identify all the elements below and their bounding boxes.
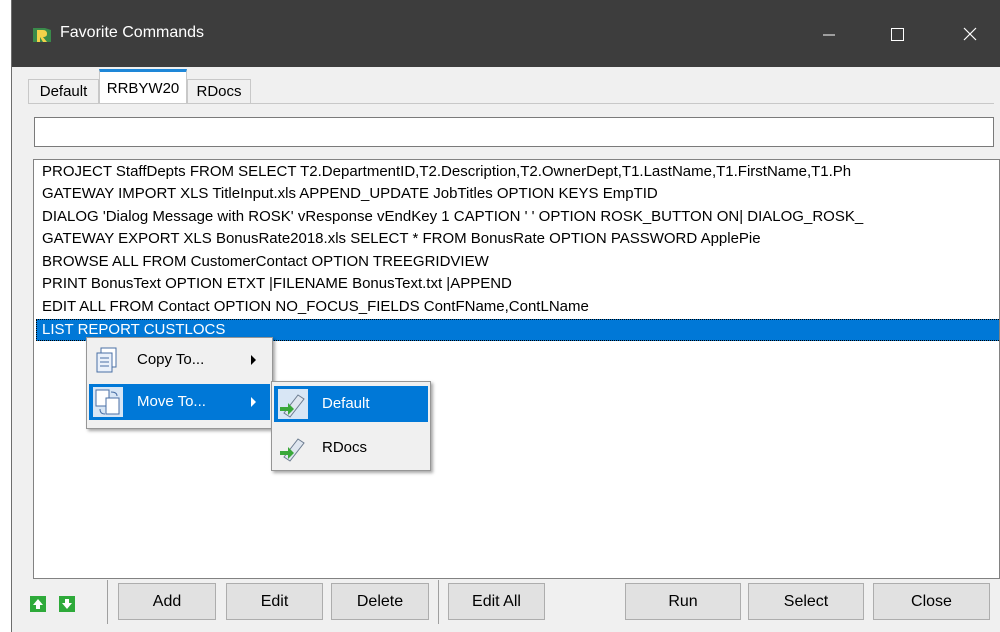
menu-item-copy-to[interactable]: Copy To...	[89, 342, 270, 378]
command-input[interactable]	[34, 117, 994, 147]
submenu-item-label: Default	[322, 395, 370, 412]
list-item[interactable]: BROWSE ALL FROM CustomerContact OPTION T…	[42, 251, 489, 273]
title-bar[interactable]: Favorite Commands	[12, 0, 1000, 67]
list-item[interactable]: DIALOG 'Dialog Message with ROSK' vRespo…	[42, 206, 863, 228]
favorite-commands-window: Favorite Commands Default RRBYW20 RDocs …	[11, 0, 1000, 632]
edit-button[interactable]: Edit	[226, 583, 323, 620]
maximize-button[interactable]	[874, 0, 920, 67]
delete-button[interactable]: Delete	[331, 583, 429, 620]
tab-default[interactable]: Default	[28, 79, 99, 103]
minimize-button[interactable]	[806, 0, 852, 67]
window-title: Favorite Commands	[60, 24, 205, 41]
move-to-submenu: Default RDocs	[271, 381, 431, 471]
close-icon	[963, 27, 977, 41]
edit-all-button[interactable]: Edit All	[448, 583, 545, 620]
tab-target-icon	[278, 389, 308, 419]
select-button[interactable]: Select	[748, 583, 864, 620]
maximize-icon	[891, 28, 904, 41]
menu-item-label: Move To...	[137, 393, 206, 410]
tab-divider	[28, 103, 994, 104]
menu-item-label: Copy To...	[137, 351, 205, 368]
minimize-icon	[823, 34, 835, 36]
list-item[interactable]: GATEWAY IMPORT XLS TitleInput.xls APPEND…	[42, 183, 658, 205]
toolbar-separator	[438, 580, 439, 624]
submenu-item-label: RDocs	[322, 439, 368, 456]
tab-rrbyw20[interactable]: RRBYW20	[99, 69, 187, 104]
submenu-item-rdocs[interactable]: RDocs	[274, 430, 428, 466]
list-item[interactable]: EDIT ALL FROM Contact OPTION NO_FOCUS_FI…	[42, 296, 589, 318]
run-button[interactable]: Run	[625, 583, 741, 620]
copy-to-icon	[96, 347, 117, 373]
arrow-down-icon[interactable]	[59, 596, 75, 612]
close-window-button[interactable]	[947, 0, 993, 67]
tab-rdocs[interactable]: RDocs	[187, 79, 251, 103]
close-button[interactable]: Close	[873, 583, 990, 620]
submenu-arrow-icon	[251, 355, 256, 365]
list-item[interactable]: GATEWAY EXPORT XLS BonusRate2018.xls SEL…	[42, 228, 761, 250]
arrow-up-icon[interactable]	[30, 596, 46, 612]
submenu-item-default[interactable]: Default	[274, 386, 428, 422]
toolbar-separator	[107, 580, 108, 624]
menu-item-move-to[interactable]: Move To...	[89, 384, 270, 420]
context-menu: Copy To... Move To...	[86, 337, 273, 429]
app-logo-icon	[33, 28, 51, 42]
tab-target-icon	[280, 438, 305, 462]
add-button[interactable]: Add	[118, 583, 216, 620]
move-to-icon	[93, 387, 123, 417]
list-item[interactable]: PRINT BonusText OPTION ETXT |FILENAME Bo…	[42, 273, 512, 295]
list-item[interactable]: PROJECT StaffDepts FROM SELECT T2.Depart…	[42, 161, 851, 183]
submenu-arrow-icon	[251, 397, 256, 407]
